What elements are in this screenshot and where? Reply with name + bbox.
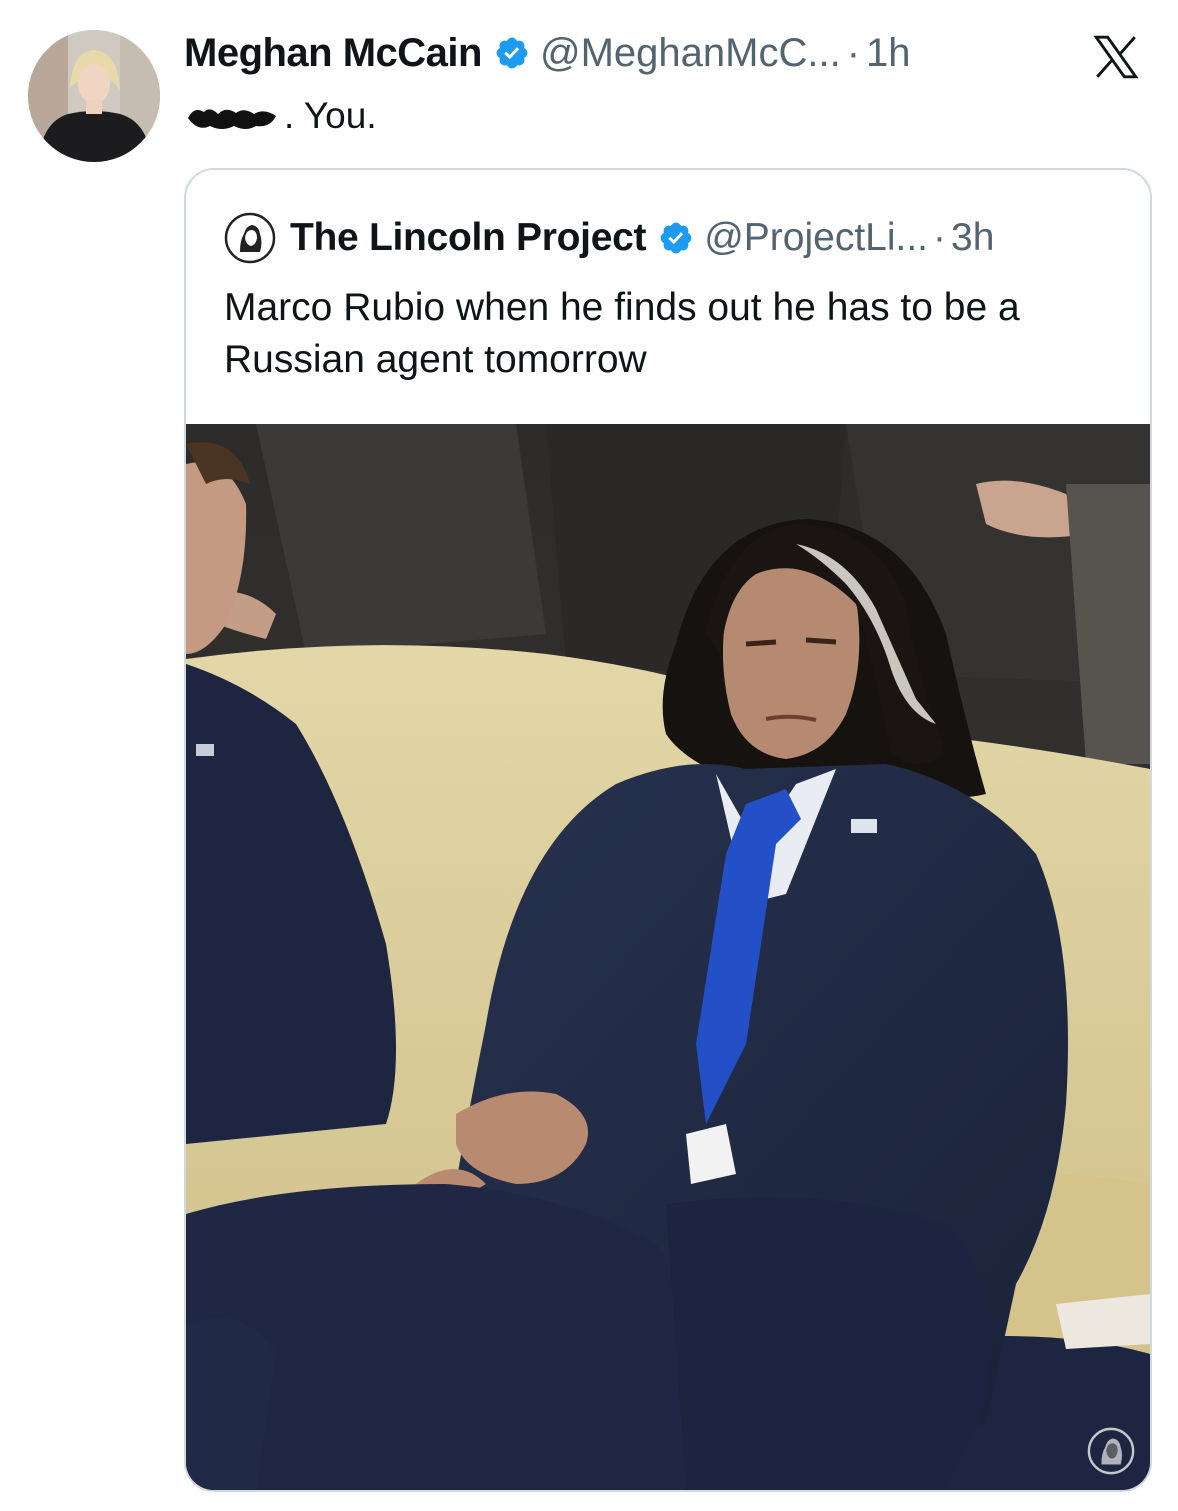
timestamp[interactable]: 1h <box>866 31 911 76</box>
author-avatar[interactable] <box>28 30 160 162</box>
tweet-header: Meghan McCain @MeghanMcC... · 1h <box>184 28 911 78</box>
quoted-tweet-header: The Lincoln Project @ProjectLi... · 3h <box>224 210 994 266</box>
quoted-author-handle[interactable]: @ProjectLi... <box>704 216 928 260</box>
quoted-timestamp[interactable]: 3h <box>951 216 994 260</box>
lincoln-watermark-icon <box>1086 1426 1136 1476</box>
lincoln-portrait-icon[interactable] <box>224 212 276 264</box>
quoted-tweet-image[interactable] <box>186 424 1150 1490</box>
verified-badge-icon <box>658 220 694 256</box>
author-name[interactable]: Meghan McCain <box>184 31 482 76</box>
separator-dot: · <box>933 216 947 259</box>
redacted-word-icon <box>184 101 280 131</box>
x-logo-icon <box>1090 32 1142 82</box>
tweet-text-suffix: . You. <box>284 95 377 136</box>
quoted-tweet-card[interactable]: The Lincoln Project @ProjectLi... · 3h M… <box>184 168 1152 1492</box>
tweet-text: . You. <box>184 94 377 138</box>
verified-badge-icon <box>494 35 530 71</box>
author-handle[interactable]: @MeghanMcC... <box>540 31 841 76</box>
separator-dot: · <box>846 30 861 75</box>
quoted-author-name[interactable]: The Lincoln Project <box>290 216 646 260</box>
quoted-tweet-text: Marco Rubio when he finds out he has to … <box>224 286 1020 381</box>
